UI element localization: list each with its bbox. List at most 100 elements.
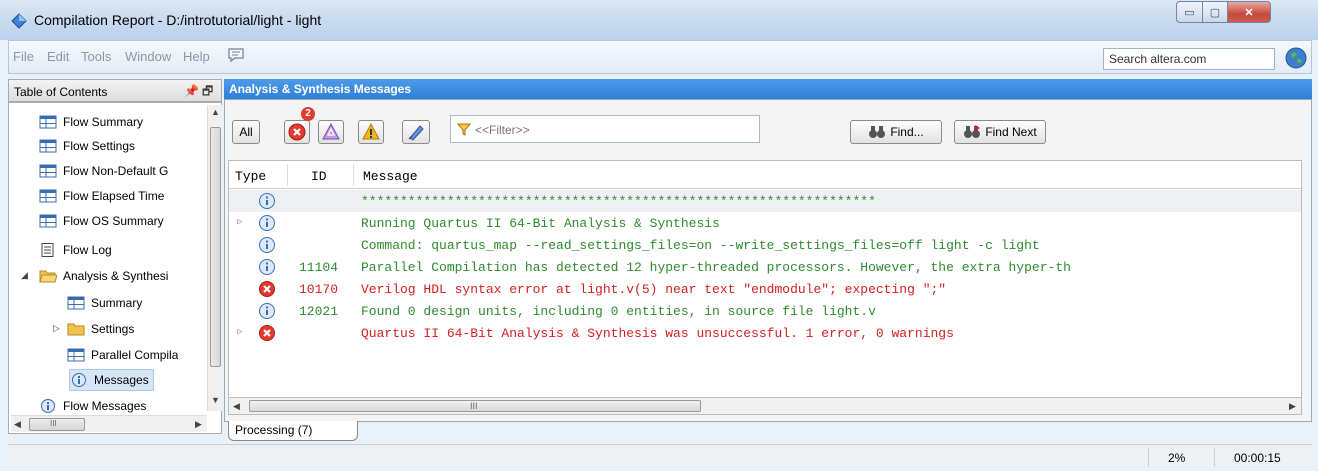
toc-item-analysis-synthesis[interactable]: Analysis & Synthesi	[39, 265, 209, 287]
info-icon	[72, 373, 86, 387]
filter-all-button[interactable]: All	[232, 120, 260, 144]
funnel-icon	[457, 123, 471, 136]
table-icon	[39, 189, 57, 203]
menu-tools[interactable]: Tools	[81, 49, 111, 64]
toc-item-flow-os-summary[interactable]: Flow OS Summary	[39, 210, 164, 232]
toc-item-flow-non-default[interactable]: Flow Non-Default G	[39, 160, 209, 182]
table-row[interactable]: 11104 Parallel Compilation has detected 1…	[229, 256, 1301, 278]
message-id: 12021	[299, 304, 339, 319]
menu-window[interactable]: Window	[125, 49, 171, 64]
info-icon	[259, 237, 275, 253]
find-label: Find...	[890, 125, 924, 139]
filter-input[interactable]	[475, 121, 745, 139]
close-button[interactable]: ✕	[1227, 1, 1271, 23]
scroll-left-icon[interactable]: ◀	[14, 419, 21, 430]
toc-item-flow-elapsed-time[interactable]: Flow Elapsed Time	[39, 185, 164, 207]
table-row[interactable]: Command: quartus_map --read_settings_fil…	[229, 234, 1301, 256]
table-row[interactable]: 10170 Verilog HDL syntax error at light.v…	[229, 278, 1301, 300]
info-icon	[259, 303, 275, 319]
column-header-id[interactable]: ID	[311, 169, 327, 184]
table-icon	[67, 296, 85, 310]
search-input[interactable]: Search altera.com	[1103, 48, 1275, 70]
expand-arrow-icon[interactable]: ▷	[237, 217, 242, 227]
expand-arrow-icon[interactable]: ▷	[237, 327, 242, 337]
toc-item-label: Flow Elapsed Time	[63, 189, 165, 203]
toc-item-summary[interactable]: Summary	[67, 292, 142, 314]
toc-item-flow-summary[interactable]: Flow Summary	[39, 111, 143, 133]
menu-file[interactable]: File	[13, 49, 34, 64]
table-icon	[39, 139, 57, 153]
column-header-message[interactable]: Message	[363, 169, 418, 184]
filter-critical-warnings-button[interactable]	[318, 120, 344, 144]
scroll-right-icon[interactable]: ▶	[195, 419, 202, 430]
maximize-button[interactable]: ▢	[1202, 1, 1228, 23]
suppress-button[interactable]	[402, 120, 430, 144]
message-text: Running Quartus II 64-Bit Analysis & Syn…	[361, 216, 720, 231]
scroll-right-icon[interactable]: ▶	[1289, 401, 1296, 412]
toc-horizontal-scrollbar[interactable]: ◀ III ▶	[11, 415, 207, 432]
find-next-button[interactable]: Find Next	[954, 120, 1046, 144]
toc-item-label: Flow Non-Default G	[63, 164, 169, 178]
error-icon	[288, 123, 306, 141]
toc-item-messages[interactable]: Messages	[69, 369, 154, 391]
filter-all-label: All	[239, 125, 253, 139]
toc-scroll-thumb[interactable]	[210, 127, 221, 367]
menu-bar: File Edit Tools Window Help Search alter…	[8, 40, 1312, 74]
column-separator[interactable]	[353, 164, 354, 186]
toc-vertical-scrollbar[interactable]: ▲ ▼	[207, 105, 222, 411]
table-icon	[39, 164, 57, 178]
messages-horizontal-scrollbar[interactable]: ◀ III ▶	[228, 398, 1302, 415]
toc-item-settings[interactable]: Settings	[67, 318, 134, 340]
message-text: Found 0 design units, including 0 entiti…	[361, 304, 876, 319]
error-count-badge: 2	[301, 107, 315, 121]
error-icon	[259, 325, 275, 341]
table-header: Type ID Message	[229, 161, 1301, 189]
maximize-icon: ▢	[1209, 6, 1221, 19]
toc-item-label: Flow OS Summary	[63, 214, 164, 228]
table-row[interactable]: ▷ Quartus II 64-Bit Analysis & Synthesis …	[229, 322, 1301, 344]
minimize-button[interactable]: ▭	[1176, 1, 1203, 23]
status-bar: 2% 00:00:15	[8, 444, 1312, 469]
scroll-down-icon[interactable]: ▼	[211, 395, 220, 405]
pin-icon[interactable]: 📌🗗	[184, 82, 216, 103]
menu-help[interactable]: Help	[183, 49, 210, 64]
table-row[interactable]: ****************************************…	[229, 190, 1301, 212]
error-icon	[259, 281, 275, 297]
collapse-arrow-icon[interactable]: ◢	[21, 270, 28, 281]
status-progress: 2%	[1168, 451, 1186, 465]
toc-item-label: Analysis & Synthesi	[63, 269, 169, 283]
table-row[interactable]: ▷ Running Quartus II 64-Bit Analysis & Sy…	[229, 212, 1301, 234]
toc-item-label: Settings	[91, 322, 135, 336]
filter-field[interactable]	[450, 115, 760, 143]
globe-icon[interactable]	[1285, 47, 1307, 69]
close-icon: ✕	[1244, 6, 1254, 19]
column-header-type[interactable]: Type	[235, 169, 266, 184]
scroll-up-icon[interactable]: ▲	[211, 107, 220, 117]
speech-bubble-icon[interactable]	[227, 47, 245, 63]
toc-hscroll-thumb[interactable]: III	[29, 418, 85, 431]
menu-edit[interactable]: Edit	[47, 49, 69, 64]
filter-warnings-button[interactable]	[358, 120, 384, 144]
toc-item-parallel-compilation[interactable]: Parallel Compila	[67, 344, 207, 366]
minimize-icon: ▭	[1184, 6, 1195, 19]
status-elapsed-time: 00:00:15	[1234, 451, 1281, 465]
grip-icon: III	[50, 419, 57, 428]
expand-arrow-icon[interactable]: ▷	[53, 323, 60, 334]
find-button[interactable]: Find...	[850, 120, 942, 144]
scroll-left-icon[interactable]: ◀	[233, 401, 240, 412]
messages-table: Type ID Message ************************…	[228, 160, 1302, 398]
folder-open-icon	[39, 270, 57, 283]
message-text: Parallel Compilation has detected 12 hyp…	[361, 260, 1071, 275]
message-text: Quartus II 64-Bit Analysis & Synthesis w…	[361, 326, 954, 341]
filter-errors-button[interactable]	[284, 120, 310, 144]
messages-hscroll-thumb[interactable]: III	[249, 400, 701, 412]
toc-item-flow-log[interactable]: Flow Log	[39, 239, 112, 261]
status-separator	[1214, 448, 1215, 467]
table-row[interactable]: 12021 Found 0 design units, including 0 e…	[229, 300, 1301, 322]
critical-warning-icon	[322, 123, 340, 140]
toc-item-flow-settings[interactable]: Flow Settings	[39, 135, 135, 157]
toc-item-flow-messages[interactable]: Flow Messages	[39, 395, 146, 417]
tab-processing-label: Processing (7)	[235, 423, 313, 437]
tab-processing[interactable]: Processing (7)	[228, 421, 358, 441]
column-separator[interactable]	[287, 164, 288, 186]
